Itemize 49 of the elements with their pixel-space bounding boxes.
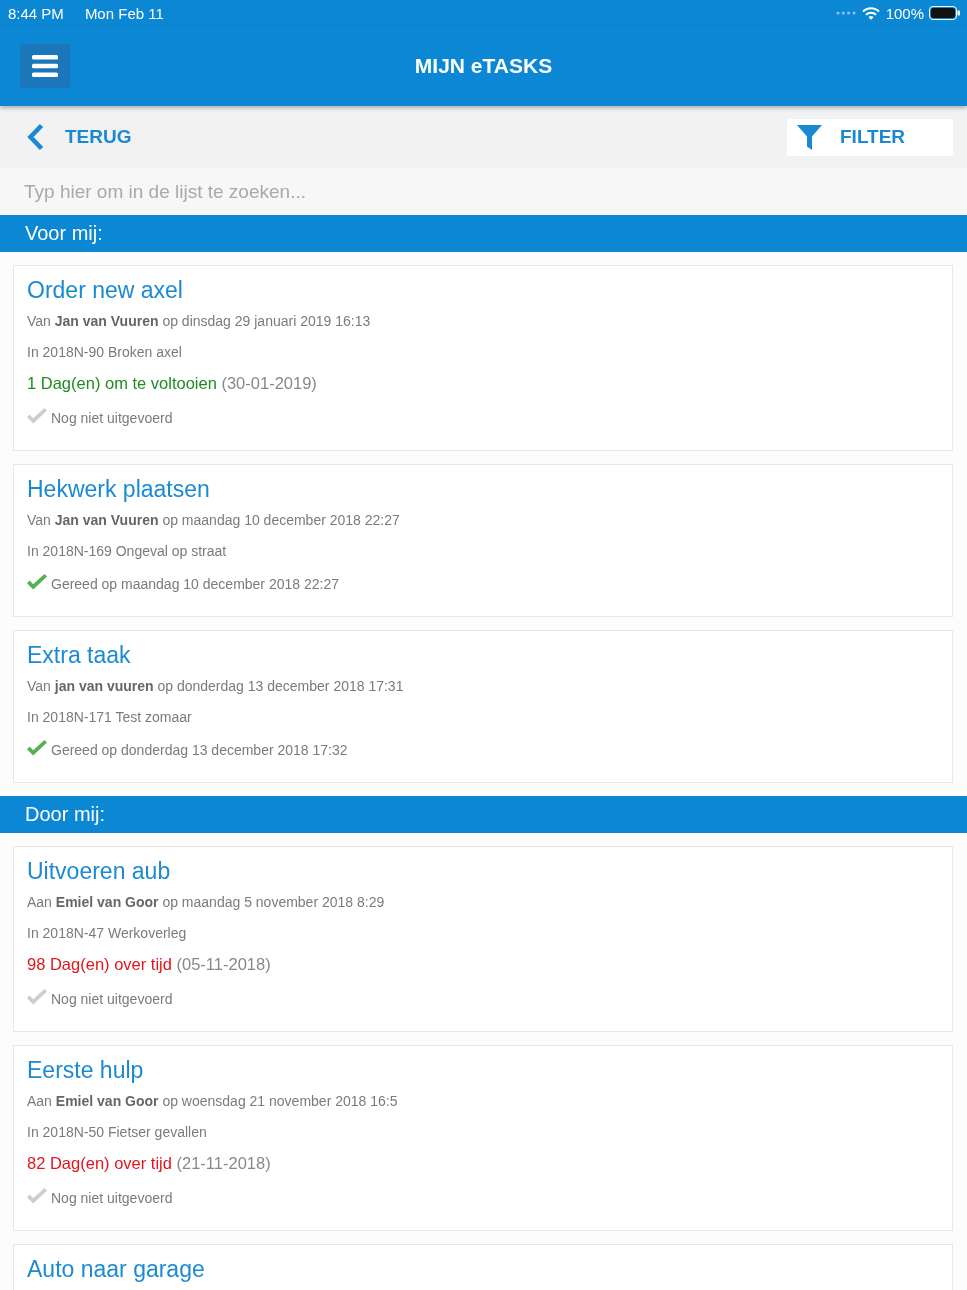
task-author-text: Aan Emiel van Goor op woensdag 21 november 2018 16:5 bbox=[27, 1092, 399, 1111]
task-context-text: In 2018N-47 Werkoverleg bbox=[27, 924, 188, 943]
task-title: Uitvoeren aub bbox=[27, 857, 172, 885]
due-countdown: 82 Dag(en) over tijd bbox=[27, 1154, 172, 1172]
due-date: (21-11-2018) bbox=[176, 1154, 271, 1172]
task-status-text: Nog niet uitgevoerd bbox=[51, 1190, 173, 1206]
task-title: Hekwerk plaatsen bbox=[27, 475, 211, 503]
task-status-text: Nog niet uitgevoerd bbox=[51, 410, 173, 426]
task-status-text: Gereed op donderdag 13 december 2018 17:32 bbox=[51, 742, 348, 758]
task-card[interactable]: Order new axel Van Jan van Vuuren op dinsdag 29 januari 2019 16:13 In 2018N-90 Broken axel 1 Dag(en) om te voltooien (30-01-2019) Nog niet uitgevoerd bbox=[13, 265, 953, 451]
due-countdown: 98 Dag(en) over tijd bbox=[27, 955, 172, 973]
chevron-left-icon bbox=[25, 123, 44, 151]
search-field[interactable]: Typ hier om in de lijst te zoeken... bbox=[0, 168, 967, 215]
task-title: Extra taak bbox=[27, 641, 132, 669]
task-card[interactable]: Auto naar garage bbox=[13, 1244, 953, 1290]
battery-percent: 100% bbox=[885, 4, 924, 22]
task-author-text: Van Jan van Vuuren op dinsdag 29 januari 2019 16:13 bbox=[27, 312, 372, 331]
signal-dots-icon bbox=[835, 11, 856, 15]
task-context-text: In 2018N-90 Broken axel bbox=[27, 343, 183, 362]
due-countdown: 1 Dag(en) om te voltooien bbox=[27, 374, 217, 392]
task-title: Auto naar garage bbox=[27, 1255, 206, 1283]
task-author-text: Van Jan van Vuuren op maandag 10 december 2018 22:27 bbox=[27, 511, 401, 530]
filter-icon bbox=[797, 124, 822, 150]
wifi-icon bbox=[861, 6, 880, 20]
page-title: MIJN eTASKS bbox=[414, 54, 553, 78]
task-title: Order new axel bbox=[27, 276, 184, 304]
section-title: Door mij: bbox=[25, 803, 105, 826]
status-time: 8:44 PM bbox=[8, 4, 64, 22]
task-context-text: In 2018N-169 Ongeval op straat bbox=[27, 542, 228, 561]
task-author-text: Aan Emiel van Goor op maandag 5 november 2018 8:29 bbox=[27, 893, 386, 912]
task-card[interactable]: Hekwerk plaatsen Van Jan van Vuuren op maandag 10 december 2018 22:27 In 2018N-169 Ongeval op straat Gereed op maandag 10 december 2018 22:27 bbox=[13, 464, 953, 617]
task-card[interactable]: Eerste hulp Aan Emiel van Goor op woensdag 21 november 2018 16:5 In 2018N-50 Fietser gevallen 82 Dag(en) over tijd (21-11-2018) Nog niet uitgevoerd bbox=[13, 1045, 953, 1231]
task-card[interactable]: Extra taak Van jan van vuuren op donderdag 13 december 2018 17:31 In 2018N-171 Test zomaar Gereed op donderdag 13 december 2018 17:32 bbox=[13, 630, 953, 783]
task-card[interactable]: Uitvoeren aub Aan Emiel van Goor op maandag 5 november 2018 8:29 In 2018N-47 Werkoverleg 98 Dag(en) over tijd (05-11-2018) Nog niet uitgevoerd bbox=[13, 846, 953, 1032]
task-context-text: In 2018N-50 Fietser gevallen bbox=[27, 1123, 208, 1142]
task-title: Eerste hulp bbox=[27, 1056, 145, 1084]
task-author-text: Van jan van vuuren op donderdag 13 december 2018 17:31 bbox=[27, 677, 405, 696]
filter-button[interactable]: FILTER bbox=[787, 118, 953, 156]
menu-button[interactable] bbox=[20, 44, 70, 88]
due-date: (05-11-2018) bbox=[176, 955, 271, 973]
section-title: Voor mij: bbox=[25, 222, 103, 245]
battery-icon bbox=[929, 6, 960, 20]
task-status-text: Nog niet uitgevoerd bbox=[51, 991, 173, 1007]
back-button[interactable]: TERUG bbox=[25, 123, 132, 151]
due-date: (30-01-2019) bbox=[221, 374, 317, 392]
menu-icon bbox=[32, 55, 58, 77]
task-context-text: In 2018N-171 Test zomaar bbox=[27, 708, 193, 727]
status-date: Mon Feb 11 bbox=[84, 4, 164, 22]
task-status-text: Gereed op maandag 10 december 2018 22:27 bbox=[51, 576, 339, 592]
